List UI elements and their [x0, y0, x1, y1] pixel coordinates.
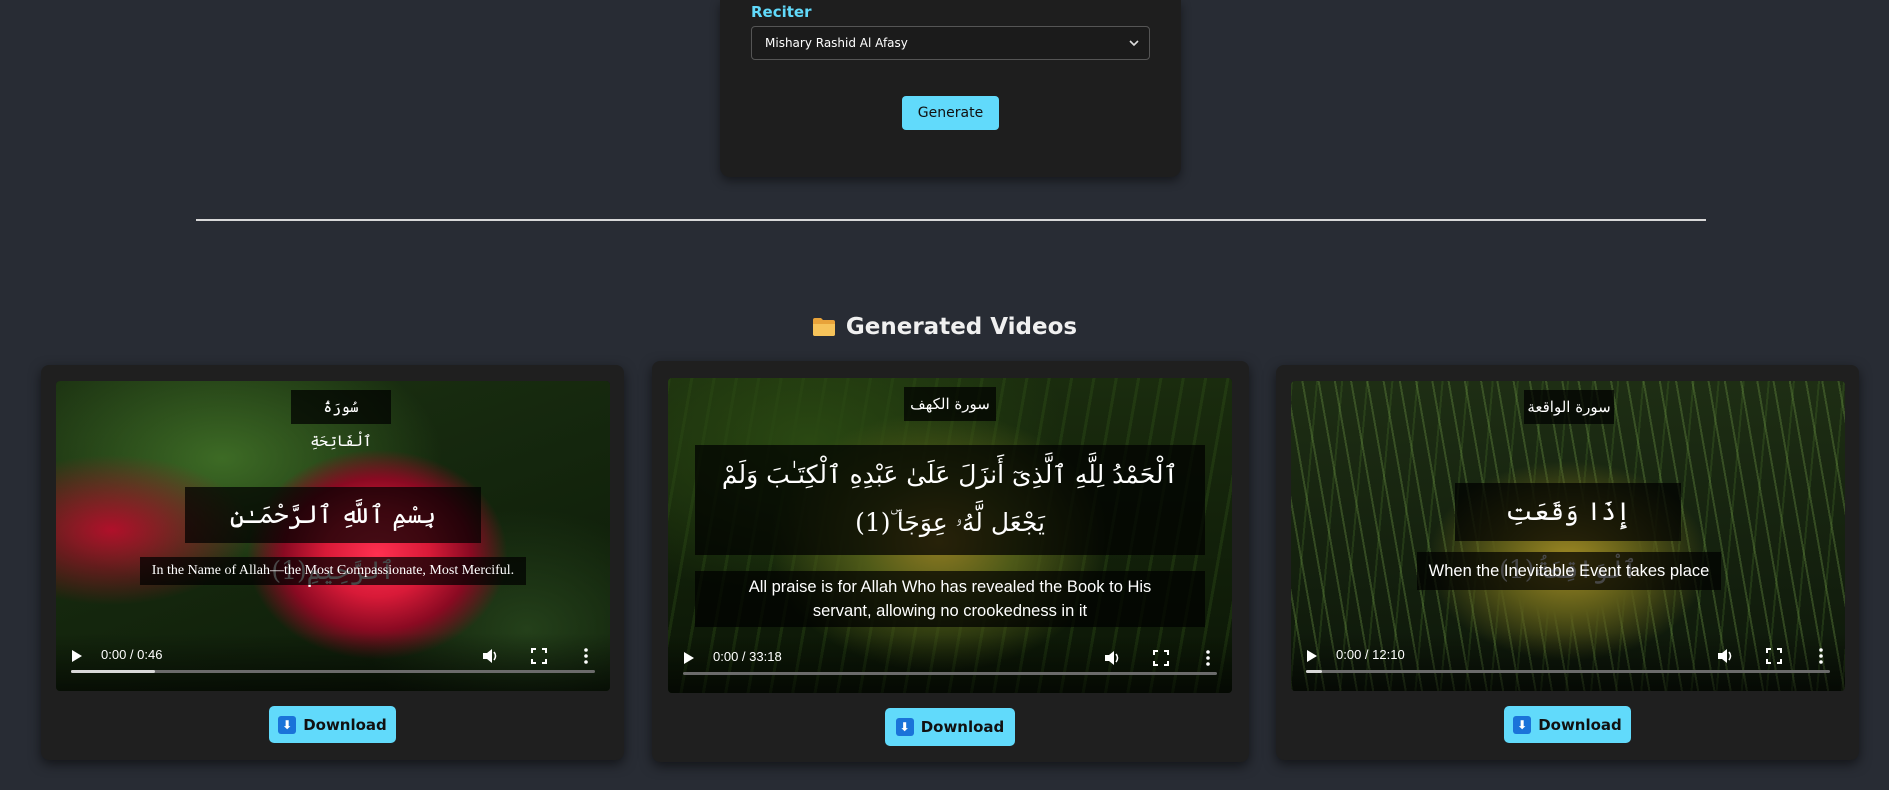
download-arrow-icon: ⬇: [1513, 715, 1532, 734]
volume-icon[interactable]: [1102, 648, 1122, 668]
section-divider: [196, 219, 1706, 221]
video-progress-fill: [1306, 670, 1322, 673]
translation-line: servant, allowing no crookedness in it: [812, 602, 1088, 620]
arabic-verse-line: يَجْعَل لَّهُۥ عِوَجَا ۜ(1): [855, 508, 1045, 537]
video-card: سورة الكهف ٱلْحَمْدُ لِلَّهِ ٱلَّذِىٓ أَ…: [652, 361, 1249, 762]
video-progress-bar[interactable]: [683, 672, 1217, 675]
video-player[interactable]: سُورَةُ ٱلْفَاتِحَةِ بِسْمِ ٱللَّهِ ٱلرَ…: [56, 381, 610, 691]
translation-text: All praise is for Allah Who has revealed…: [695, 571, 1205, 627]
translation-text: When the Inevitable Event takes place: [1417, 552, 1721, 590]
arabic-verse: بِسْمِ ٱللَّهِ ٱلرَّحْمَـٰنِ ٱلرَّحِيمِ(…: [185, 487, 481, 585]
reciter-label: Reciter: [751, 3, 812, 21]
fullscreen-icon[interactable]: [1151, 648, 1171, 668]
video-progress-bar[interactable]: [1306, 670, 1830, 673]
play-icon[interactable]: [678, 648, 698, 668]
video-controls: 0:00 / 0:46: [56, 633, 610, 691]
play-icon[interactable]: [66, 646, 86, 666]
video-time: 0:00 / 33:18: [713, 649, 782, 664]
download-label: Download: [920, 718, 1005, 736]
video-time: 0:00 / 12:10: [1336, 647, 1405, 662]
section-title: Generated Videos: [845, 314, 1078, 340]
video-card: سورة الواقعة إِذَا وَقَعَتِ ٱلْوَاقِعَةُ…: [1276, 365, 1859, 760]
download-button[interactable]: ⬇ Download: [885, 708, 1015, 746]
video-player[interactable]: سورة الواقعة إِذَا وَقَعَتِ ٱلْوَاقِعَةُ…: [1291, 381, 1845, 691]
volume-icon[interactable]: [480, 646, 500, 666]
more-options-icon[interactable]: [1811, 646, 1831, 666]
download-button[interactable]: ⬇ Download: [269, 706, 396, 743]
download-arrow-icon: ⬇: [895, 718, 914, 736]
chevron-down-icon: [1129, 40, 1139, 47]
fullscreen-icon[interactable]: [529, 646, 549, 666]
video-controls: 0:00 / 12:10: [1291, 633, 1845, 691]
folder-icon: [812, 318, 835, 336]
surah-title: سورة الكهف: [904, 387, 996, 421]
video-time: 0:00 / 0:46: [101, 647, 163, 662]
reciter-selected-value: Mishary Rashid Al Afasy: [765, 36, 908, 50]
video-controls: 0:00 / 33:18: [668, 635, 1232, 693]
video-player[interactable]: سورة الكهف ٱلْحَمْدُ لِلَّهِ ٱلَّذِىٓ أَ…: [668, 378, 1232, 693]
arabic-verse-line: ٱلْحَمْدُ لِلَّهِ ٱلَّذِىٓ أَنزَلَ عَلَى…: [721, 460, 1179, 489]
play-icon[interactable]: [1301, 646, 1321, 666]
translation-text: In the Name of Allah—the Most Compassion…: [140, 557, 526, 585]
download-arrow-icon: ⬇: [278, 715, 297, 734]
generator-form: Reciter Mishary Rashid Al Afasy Generate: [720, 0, 1181, 177]
fullscreen-icon[interactable]: [1764, 646, 1784, 666]
more-options-icon[interactable]: [576, 646, 596, 666]
generate-button[interactable]: Generate: [902, 96, 999, 130]
video-progress-bar[interactable]: [71, 670, 595, 673]
surah-title: سُورَةُ ٱلْفَاتِحَةِ: [291, 390, 391, 450]
video-progress-fill: [71, 670, 155, 673]
download-label: Download: [1538, 715, 1622, 734]
volume-icon[interactable]: [1715, 646, 1735, 666]
more-options-icon[interactable]: [1198, 648, 1218, 668]
download-button[interactable]: ⬇ Download: [1504, 706, 1631, 743]
arabic-verse: إِذَا وَقَعَتِ ٱلْوَاقِعَةُ(1): [1455, 483, 1681, 584]
surah-title: سورة الواقعة: [1524, 390, 1614, 424]
arabic-verse: ٱلْحَمْدُ لِلَّهِ ٱلَّذِىٓ أَنزَلَ عَلَى…: [695, 445, 1205, 555]
generated-videos-heading: Generated Videos: [0, 314, 1889, 340]
download-label: Download: [303, 715, 387, 734]
translation-line: All praise is for Allah Who has revealed…: [748, 578, 1152, 596]
reciter-select[interactable]: Mishary Rashid Al Afasy: [751, 26, 1150, 60]
video-card: سُورَةُ ٱلْفَاتِحَةِ بِسْمِ ٱللَّهِ ٱلرَ…: [41, 365, 624, 760]
